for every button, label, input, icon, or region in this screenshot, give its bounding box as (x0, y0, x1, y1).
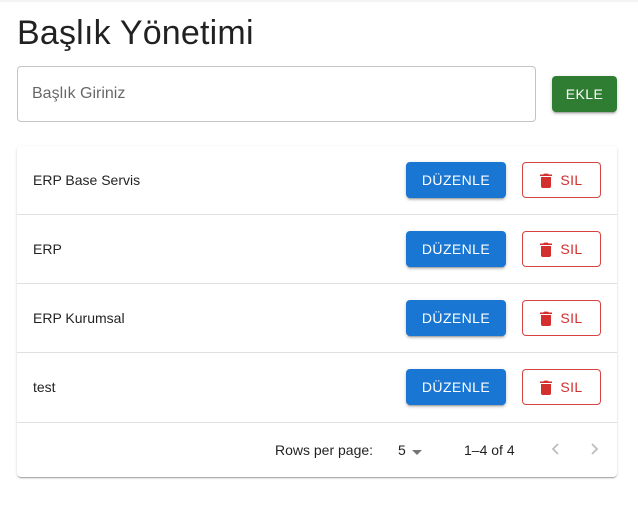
top-divider (0, 0, 638, 2)
previous-page-button[interactable] (540, 435, 570, 465)
add-title-form: EKLE (17, 66, 617, 122)
edit-button[interactable]: DÜZENLE (406, 300, 506, 336)
list-item: ERP Base Servis DÜZENLE SIL (17, 146, 617, 215)
chevron-right-icon (591, 442, 599, 458)
list-item: test DÜZENLE SIL (17, 353, 617, 423)
edit-button[interactable]: DÜZENLE (406, 369, 506, 405)
delete-button[interactable]: SIL (522, 162, 601, 198)
list-item-label: ERP Base Servis (33, 172, 141, 188)
trash-icon (540, 380, 553, 395)
edit-button[interactable]: DÜZENLE (406, 162, 506, 198)
rows-per-page-select[interactable]: 5 (398, 436, 422, 464)
page-range-text: 1–4 of 4 (464, 442, 515, 458)
rows-per-page-label: Rows per page: (275, 442, 374, 458)
trash-icon (540, 242, 553, 257)
delete-button-label: SIL (560, 172, 583, 188)
next-page-button[interactable] (580, 435, 610, 465)
trash-icon (540, 173, 553, 188)
title-list: ERP Base Servis DÜZENLE SIL ERP DÜZENLE … (17, 146, 617, 477)
delete-button-label: SIL (560, 379, 583, 395)
list-item: ERP DÜZENLE SIL (17, 215, 617, 284)
trash-icon (540, 311, 553, 326)
delete-button[interactable]: SIL (522, 300, 601, 336)
delete-button-label: SIL (560, 241, 583, 257)
rows-per-page-value: 5 (398, 442, 406, 458)
chevron-left-icon (551, 442, 559, 458)
list-item-label: ERP (33, 241, 62, 257)
delete-button-label: SIL (560, 310, 583, 326)
title-input[interactable] (18, 67, 535, 121)
add-button[interactable]: EKLE (552, 76, 617, 112)
page: Başlık Yönetimi EKLE ERP Base Servis DÜZ… (0, 0, 638, 505)
page-title: Başlık Yönetimi (17, 14, 254, 52)
caret-down-icon (411, 442, 422, 458)
edit-button[interactable]: DÜZENLE (406, 231, 506, 267)
title-text-field[interactable] (17, 66, 536, 122)
table-pagination: Rows per page: 5 1–4 of 4 (17, 423, 617, 477)
list-item-label: test (33, 379, 56, 395)
list-item: ERP Kurumsal DÜZENLE SIL (17, 284, 617, 353)
delete-button[interactable]: SIL (522, 369, 601, 405)
list-item-label: ERP Kurumsal (33, 310, 125, 326)
delete-button[interactable]: SIL (522, 231, 601, 267)
